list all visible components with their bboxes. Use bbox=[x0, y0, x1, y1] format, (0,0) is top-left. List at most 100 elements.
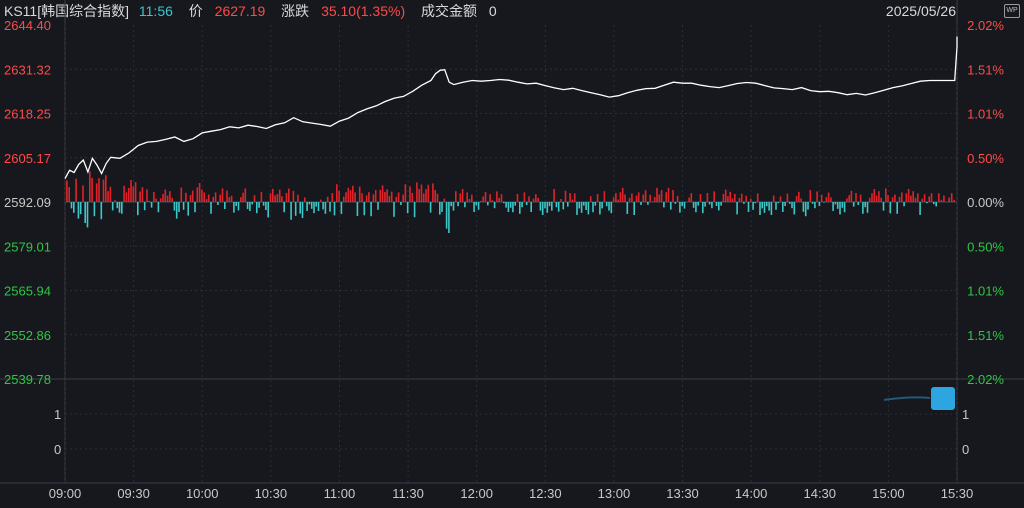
up-bar bbox=[281, 196, 283, 202]
up-bar bbox=[943, 195, 945, 202]
down-bar bbox=[599, 202, 601, 215]
up-bar bbox=[772, 195, 775, 202]
up-bar bbox=[388, 196, 391, 202]
down-bar bbox=[896, 202, 898, 214]
down-bar bbox=[530, 202, 532, 212]
y-tick-right: 1.51% bbox=[967, 328, 1004, 343]
down-bar bbox=[182, 202, 185, 210]
up-bar bbox=[706, 193, 709, 202]
up-bar bbox=[141, 187, 144, 202]
up-bar bbox=[203, 192, 205, 202]
down-bar bbox=[670, 202, 672, 210]
down-bar bbox=[708, 202, 711, 205]
up-bar bbox=[885, 188, 887, 202]
up-bar bbox=[914, 197, 917, 202]
down-bar bbox=[317, 202, 320, 211]
down-bar bbox=[111, 202, 114, 211]
up-bar bbox=[624, 194, 626, 202]
up-bar bbox=[153, 192, 155, 202]
up-bar bbox=[443, 198, 446, 202]
down-bar bbox=[521, 202, 523, 208]
up-bar bbox=[228, 197, 231, 202]
down-bar bbox=[841, 202, 844, 208]
up-bar bbox=[846, 198, 848, 202]
up-bar bbox=[114, 200, 116, 202]
y-tick-right: 1.01% bbox=[967, 284, 1004, 299]
down-bar bbox=[551, 202, 553, 211]
down-bar bbox=[150, 202, 153, 208]
up-bar bbox=[553, 189, 555, 202]
up-bar bbox=[191, 190, 194, 202]
down-bar bbox=[541, 202, 544, 215]
up-bar bbox=[354, 192, 356, 202]
down-bar bbox=[157, 202, 160, 213]
down-bar bbox=[329, 202, 331, 212]
down-bar bbox=[585, 202, 587, 210]
down-bar bbox=[683, 202, 686, 209]
up-bar bbox=[418, 189, 420, 202]
down-bar bbox=[283, 202, 285, 213]
up-bar bbox=[617, 199, 619, 202]
scroll-handle-icon[interactable] bbox=[931, 387, 955, 410]
up-bar bbox=[816, 191, 818, 202]
down-bar bbox=[519, 202, 521, 214]
down-bar bbox=[487, 202, 489, 206]
down-bar bbox=[852, 202, 855, 207]
down-bar bbox=[766, 202, 768, 207]
up-bar bbox=[185, 192, 187, 202]
up-bar bbox=[905, 193, 908, 202]
down-bar bbox=[258, 202, 260, 208]
y-tick-left: 2592.09 bbox=[4, 195, 51, 210]
down-bar bbox=[784, 202, 786, 206]
up-bar bbox=[496, 191, 498, 202]
down-bar bbox=[525, 202, 528, 205]
down-bar bbox=[926, 202, 928, 204]
down-bar bbox=[187, 202, 189, 216]
up-bar bbox=[535, 194, 537, 202]
up-bar bbox=[564, 190, 567, 202]
up-bar bbox=[921, 198, 924, 202]
intraday-chart[interactable]: 2644.40 2.02% 2631.32 1.51% 2618.25 1.01% 2605… bbox=[0, 0, 1024, 508]
down-bar bbox=[256, 202, 258, 214]
up-bar bbox=[127, 188, 130, 202]
down-bar bbox=[843, 202, 846, 213]
down-bar bbox=[557, 202, 560, 212]
up-bar bbox=[887, 195, 889, 202]
up-bar bbox=[603, 191, 606, 202]
up-bar bbox=[621, 187, 624, 202]
up-bar bbox=[297, 194, 299, 202]
up-bar bbox=[425, 189, 427, 202]
up-bar bbox=[713, 191, 715, 202]
down-bar bbox=[173, 202, 176, 211]
up-bar bbox=[676, 195, 679, 202]
down-bar bbox=[754, 202, 757, 204]
up-bar bbox=[189, 195, 192, 202]
y-tick-right: 1.01% bbox=[967, 107, 1004, 122]
up-bar bbox=[95, 183, 98, 202]
up-bar bbox=[269, 193, 272, 202]
up-bar bbox=[285, 193, 288, 202]
up-bar bbox=[740, 193, 743, 202]
up-bar bbox=[91, 178, 93, 202]
up-bar bbox=[809, 190, 812, 202]
down-bar bbox=[137, 202, 139, 216]
up-bar bbox=[660, 190, 663, 202]
down-bar bbox=[194, 202, 196, 213]
down-bar bbox=[777, 202, 780, 204]
up-bar bbox=[420, 184, 423, 202]
down-bar bbox=[583, 202, 585, 206]
down-bar bbox=[441, 202, 443, 212]
down-bar bbox=[711, 202, 713, 209]
up-bar bbox=[560, 199, 562, 202]
down-bar bbox=[178, 202, 180, 212]
scroll-trail bbox=[883, 396, 931, 401]
down-bar bbox=[406, 202, 409, 214]
down-bar bbox=[503, 202, 505, 204]
down-bar bbox=[299, 202, 301, 214]
up-bar bbox=[569, 193, 571, 202]
up-bar bbox=[672, 190, 674, 202]
down-bar bbox=[555, 202, 558, 208]
down-bar bbox=[747, 202, 750, 212]
down-bar bbox=[640, 202, 642, 205]
up-bar bbox=[779, 196, 782, 202]
